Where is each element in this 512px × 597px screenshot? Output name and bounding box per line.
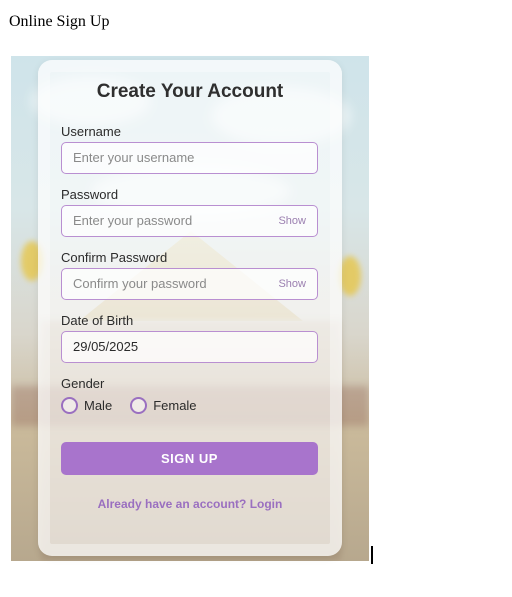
gender-option-male-label[interactable]: Male [84,398,112,413]
sign-up-button[interactable]: SIGN UP [61,442,318,475]
password-placeholder: Enter your password [73,213,193,228]
confirm-password-input[interactable]: Confirm your password Show [61,268,318,300]
form-title: Create Your Account [96,81,284,102]
gender-radio-male[interactable] [61,397,78,414]
password-input[interactable]: Enter your password Show [61,205,318,237]
login-link[interactable]: Already have an account? Login [38,497,342,511]
username-input[interactable]: Enter your username [61,142,318,174]
gender-option-female-label[interactable]: Female [153,398,196,413]
confirm-password-show-toggle[interactable]: Show [278,269,306,299]
gender-radio-female[interactable] [130,397,148,414]
text-cursor [371,546,373,564]
username-label: Username [61,124,121,139]
password-label: Password [61,187,119,202]
confirm-password-label: Confirm Password [61,250,168,265]
date-of-birth-value: 29/05/2025 [73,339,139,354]
password-show-toggle[interactable]: Show [278,206,306,236]
gender-label: Gender [61,376,105,391]
date-of-birth-label: Date of Birth [61,313,134,328]
username-placeholder: Enter your username [73,150,195,165]
page-heading: Online Sign Up [9,13,110,30]
date-of-birth-input[interactable]: 29/05/2025 [61,331,318,363]
gender-options: Male Female [61,397,215,414]
confirm-password-placeholder: Confirm your password [73,276,207,291]
